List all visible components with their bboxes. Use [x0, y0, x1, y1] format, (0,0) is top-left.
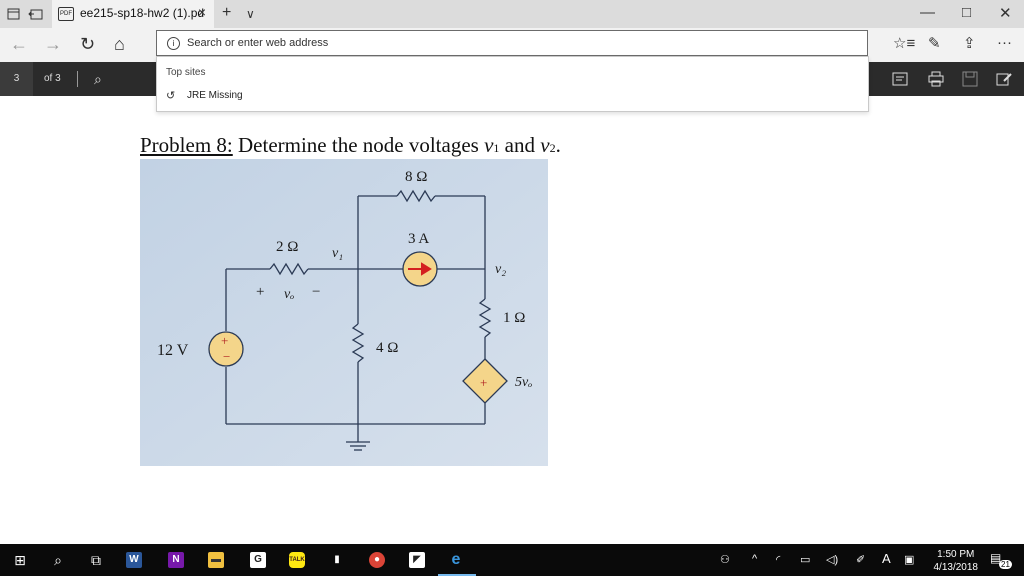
favorites-icon[interactable]: ☆≡ [893, 34, 915, 52]
edge-icon[interactable]: e [448, 552, 464, 568]
phone-icon[interactable]: ▮ [329, 552, 345, 568]
info-icon: i [167, 37, 180, 50]
volume-icon[interactable]: ◁) [826, 553, 838, 566]
label-v2: v₂ [495, 262, 506, 277]
label-vo-plus: + [256, 284, 264, 300]
label-vo-minus: − [312, 284, 320, 300]
top-sites-header: Top sites [166, 67, 206, 78]
tab-list-chevron-icon[interactable]: ∨ [246, 7, 255, 21]
taskbar-search-icon[interactable]: ⌕ [38, 544, 78, 576]
toolbar-divider [77, 71, 78, 87]
source-plus-sign: + [221, 333, 228, 348]
address-input[interactable] [187, 35, 787, 51]
address-bar[interactable]: i [156, 30, 868, 56]
label-3a: 3 A [408, 231, 429, 247]
tab-close-button[interactable]: × [198, 4, 206, 20]
chrome-icon[interactable]: ● [369, 552, 385, 568]
tray-chevron-icon[interactable]: ^ [752, 553, 757, 565]
label-2-ohm: 2 Ω [276, 239, 298, 255]
suggestion-label: JRE Missing [187, 90, 243, 101]
circuit-figure: 8 Ω 2 Ω v₁ 3 A v₂ + vₒ − 1 Ω 12 V 4 Ω 5v… [140, 159, 548, 466]
save-icon[interactable] [962, 71, 978, 90]
g-app-icon[interactable]: G [250, 552, 266, 568]
label-5vo: 5vₒ [515, 375, 532, 390]
word-icon[interactable]: W [126, 552, 142, 568]
window-close-button[interactable]: ✕ [999, 4, 1012, 22]
problem-statement: Problem 8: Determine the node voltages v… [140, 133, 561, 158]
kakaotalk-icon[interactable]: TALK [289, 552, 305, 568]
tab-strip: PDF ee215-sp18-hw2 (1).pd × + ∨ — □ ✕ [0, 0, 1024, 28]
clock-date: 4/13/2018 [933, 562, 979, 573]
suggestion-item[interactable]: ↺ JRE Missing [157, 85, 868, 107]
label-1-ohm: 1 Ω [503, 310, 525, 326]
restore-button[interactable]: □ [962, 4, 971, 21]
home-button[interactable]: ⌂ [114, 34, 125, 55]
people-icon[interactable]: ⚇ [720, 553, 730, 566]
problem-text: Determine the node voltages [232, 133, 485, 157]
notes-pen-icon[interactable]: ✎ [928, 34, 941, 52]
label-12v: 12 V [157, 342, 189, 359]
label-8-ohm: 8 Ω [405, 169, 427, 185]
tab-manager-icon[interactable] [6, 6, 22, 22]
start-button[interactable]: ⊞ [0, 544, 40, 576]
notification-count-badge: 21 [999, 560, 1012, 569]
source-minus-sign: − [223, 349, 230, 364]
more-menu-icon[interactable]: ··· [997, 34, 1012, 51]
print-icon[interactable] [928, 71, 944, 90]
read-aloud-icon[interactable] [892, 71, 908, 90]
page-count: of 3 [44, 73, 61, 84]
tab-active[interactable]: PDF ee215-sp18-hw2 (1).pd × [52, 0, 214, 28]
pdf-favicon-icon: PDF [58, 7, 74, 21]
input-language[interactable]: A [882, 551, 891, 566]
onenote-icon[interactable]: N [168, 552, 184, 568]
back-button[interactable]: ← [10, 34, 28, 55]
period-text: . [555, 133, 561, 157]
label-vo: vₒ [284, 287, 294, 302]
wifi-icon[interactable]: ◜ [776, 553, 780, 566]
pen-workspace-icon[interactable]: ✐ [856, 553, 865, 566]
clock-time: 1:50 PM [937, 549, 975, 560]
refresh-button[interactable]: ↻ [80, 34, 95, 55]
share-icon[interactable]: ⇪ [963, 34, 976, 52]
new-tab-button[interactable]: + [222, 4, 231, 22]
dep-plus-sign: + [480, 375, 487, 390]
ime-icon[interactable]: ▣ [904, 553, 914, 566]
set-tabs-aside-icon[interactable] [28, 6, 44, 22]
file-explorer-icon[interactable]: ▬ [208, 552, 224, 568]
and-text: and [499, 133, 541, 157]
battery-icon[interactable]: ▭ [800, 553, 810, 566]
tab-title: ee215-sp18-hw2 (1).pd [80, 6, 205, 20]
page-number-field[interactable]: 3 [0, 62, 33, 96]
history-icon: ↺ [166, 90, 176, 102]
pdf-search-icon[interactable]: ⌕ [94, 71, 102, 88]
figure-background [140, 159, 548, 466]
sticky-app-icon[interactable]: ◤ [409, 552, 425, 568]
label-v1: v₁ [332, 246, 343, 261]
clock[interactable]: 1:50 PM 4/13/2018 [934, 548, 979, 574]
forward-button[interactable]: → [44, 34, 62, 55]
address-suggestions-dropdown: Top sites ↺ JRE Missing [156, 56, 869, 112]
label-4-ohm: 4 Ω [376, 340, 398, 356]
minimize-button[interactable]: — [920, 4, 935, 21]
v2-symbol: v [540, 133, 550, 157]
problem-label: Problem 8: [140, 133, 233, 157]
add-notes-icon[interactable] [996, 71, 1012, 90]
taskbar: ⊞ ⌕ ⧉ W N ▬ G TALK ▮ ● ◤ e ⚇ ^ ◜ ▭ ◁) ✐ … [0, 544, 1024, 576]
task-view-icon[interactable]: ⧉ [76, 544, 116, 576]
